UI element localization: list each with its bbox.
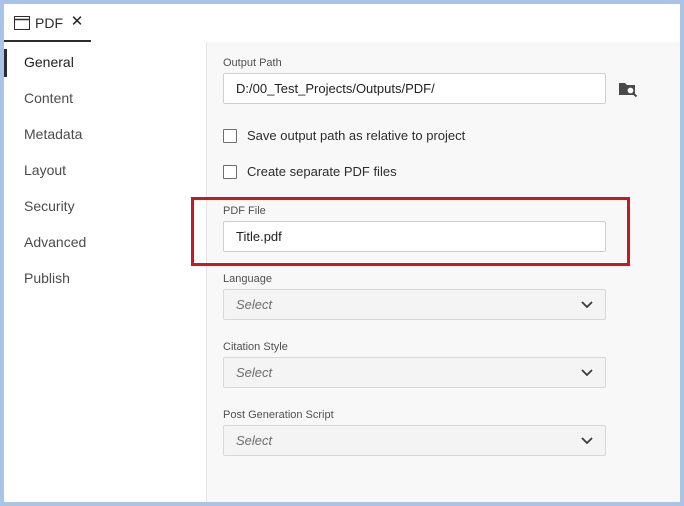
post-generation-script-label: Post Generation Script bbox=[223, 409, 334, 421]
citation-style-label: Citation Style bbox=[223, 341, 288, 353]
sidebar-item-label: Metadata bbox=[24, 126, 83, 142]
sidebar-item-label: Security bbox=[24, 198, 75, 214]
post-generation-script-select[interactable]: Select bbox=[223, 425, 606, 456]
pdf-file-label: PDF File bbox=[223, 205, 266, 217]
sidebar-item-label: General bbox=[24, 54, 74, 70]
folder-search-icon[interactable] bbox=[618, 80, 638, 98]
citation-style-select-value: Select bbox=[236, 365, 273, 380]
output-path-label: Output Path bbox=[223, 57, 282, 69]
language-select[interactable]: Select bbox=[223, 289, 606, 320]
separate-pdf-checkbox-label: Create separate PDF files bbox=[247, 164, 397, 179]
sidebar-item-layout[interactable]: Layout bbox=[4, 154, 206, 186]
sidebar-item-content[interactable]: Content bbox=[4, 82, 206, 114]
chevron-down-icon bbox=[581, 437, 593, 445]
language-select-value: Select bbox=[236, 297, 273, 312]
sidebar-item-advanced[interactable]: Advanced bbox=[4, 226, 206, 258]
sidebar-item-label: Layout bbox=[24, 162, 67, 178]
pdf-file-input[interactable]: Title.pdf bbox=[223, 221, 606, 252]
chevron-down-icon bbox=[581, 301, 593, 309]
language-label: Language bbox=[223, 273, 272, 285]
sidebar-item-label: Content bbox=[24, 90, 74, 106]
sidebar-item-label: Advanced bbox=[24, 234, 87, 250]
settings-sidebar: General Content Metadata Layout Security… bbox=[4, 42, 207, 502]
close-icon[interactable]: ✕ bbox=[70, 13, 84, 31]
chevron-down-icon bbox=[581, 369, 593, 377]
relative-path-checkbox-label: Save output path as relative to project bbox=[247, 128, 466, 143]
window-icon bbox=[14, 16, 30, 30]
pdf-settings-window: PDF ✕ General Content Metadata Layout Se… bbox=[4, 4, 680, 502]
sidebar-item-label: Publish bbox=[24, 270, 70, 286]
tab-label: PDF bbox=[35, 15, 63, 31]
general-settings-panel: Output Path D:/00_Test_Projects/Outputs/… bbox=[207, 42, 680, 502]
citation-style-select[interactable]: Select bbox=[223, 357, 606, 388]
sidebar-item-metadata[interactable]: Metadata bbox=[4, 118, 206, 150]
sidebar-item-security[interactable]: Security bbox=[4, 190, 206, 222]
separate-pdf-checkbox[interactable] bbox=[223, 165, 237, 179]
tab-bar: PDF ✕ bbox=[4, 4, 680, 43]
tab-pdf[interactable]: PDF ✕ bbox=[4, 4, 91, 42]
post-generation-script-select-value: Select bbox=[236, 433, 273, 448]
sidebar-item-general[interactable]: General bbox=[4, 46, 206, 78]
relative-path-checkbox-row[interactable]: Save output path as relative to project bbox=[223, 127, 483, 145]
output-path-input[interactable]: D:/00_Test_Projects/Outputs/PDF/ bbox=[223, 73, 606, 104]
sidebar-item-publish[interactable]: Publish bbox=[4, 262, 206, 294]
separate-pdf-checkbox-row[interactable]: Create separate PDF files bbox=[223, 163, 403, 181]
relative-path-checkbox[interactable] bbox=[223, 129, 237, 143]
